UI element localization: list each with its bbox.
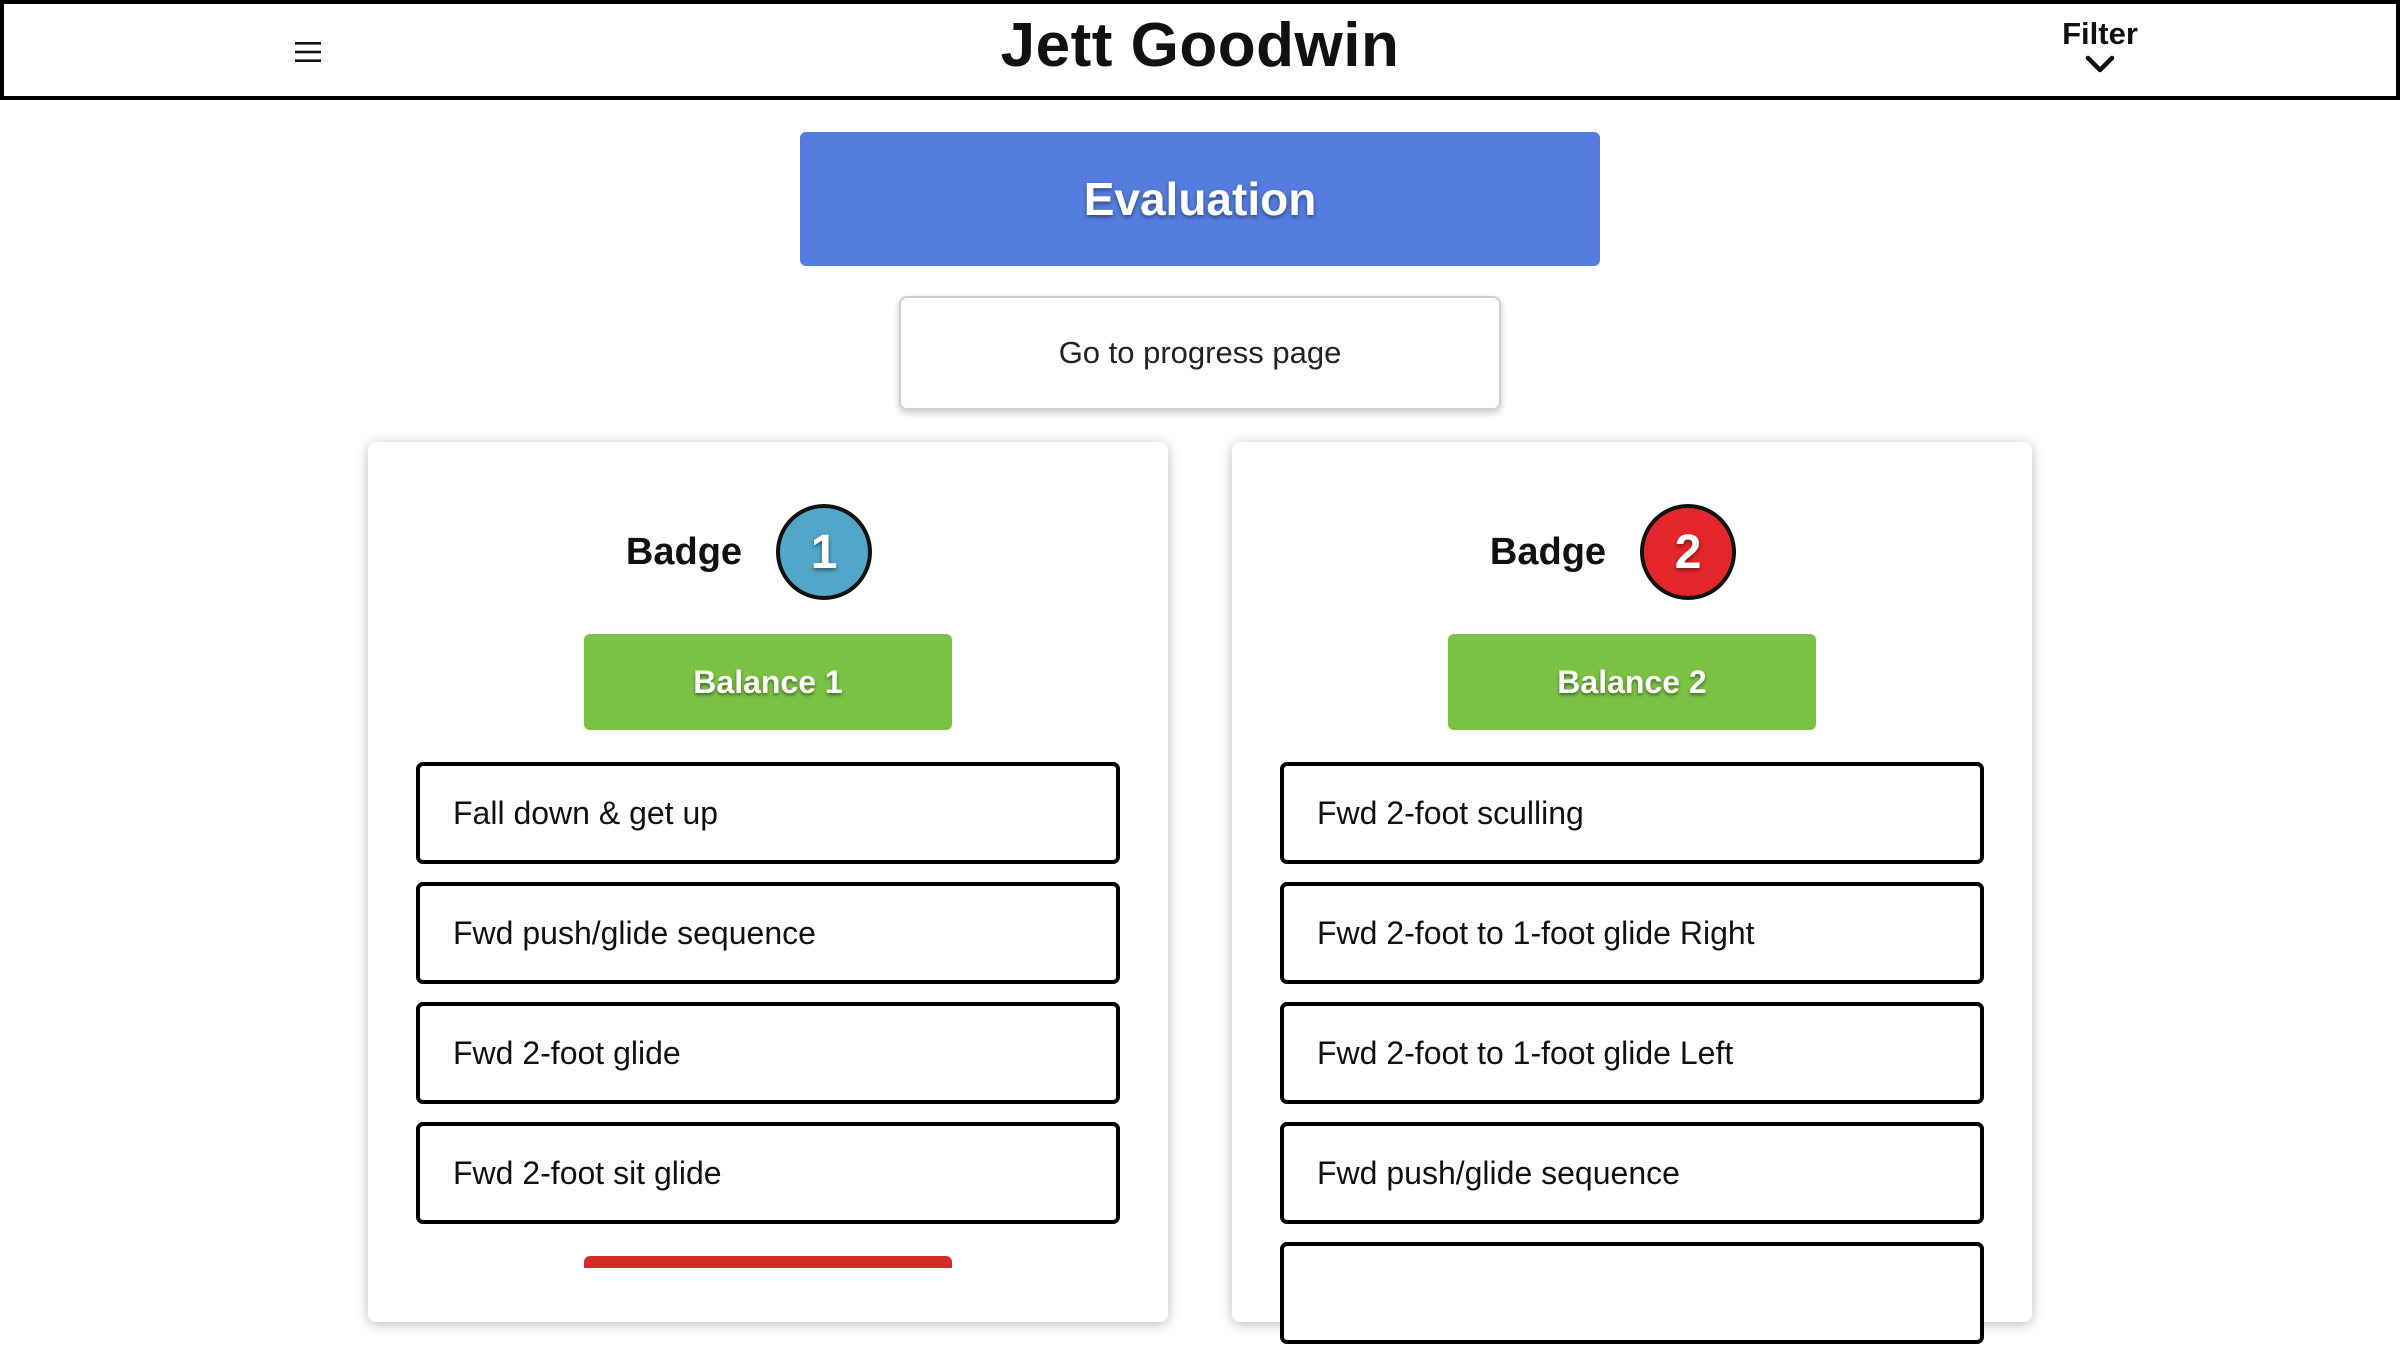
badge-card-2: Badge 2 Balance 2 Fwd 2-foot sculling Fw…	[1232, 442, 2032, 1344]
badge-label: Badge	[1489, 530, 1607, 573]
next-level-button[interactable]	[584, 1256, 952, 1268]
badge-card-1: Badge 1 Balance 1 Fall down & get up Fwd…	[368, 442, 1168, 1322]
skill-list: Fall down & get up Fwd push/glide sequen…	[416, 762, 1120, 1242]
level-button[interactable]: Balance 2	[1448, 634, 1816, 730]
skill-item[interactable]: Fwd push/glide sequence	[1280, 1122, 1984, 1224]
badge-header: Badge 1	[368, 504, 1168, 600]
skill-item[interactable]: Fwd 2-foot to 1-foot glide Right	[1280, 882, 1984, 984]
progress-page-button[interactable]: Go to progress page	[899, 296, 1501, 410]
filter-dropdown[interactable]: Filter	[2044, 16, 2156, 74]
skill-item[interactable]: Fwd 2-foot sculling	[1280, 762, 1984, 864]
level-button[interactable]: Balance 1	[584, 634, 952, 730]
badge-header: Badge 2	[1232, 504, 2032, 600]
skill-item[interactable]: Fwd push/glide sequence	[416, 882, 1120, 984]
skill-item[interactable]: Fwd 2-foot glide	[416, 1002, 1120, 1104]
evaluation-button[interactable]: Evaluation	[800, 132, 1600, 266]
top-bar: Jett Goodwin Filter	[0, 0, 2400, 100]
badge-label: Badge	[625, 530, 743, 573]
badge-number: 1	[776, 504, 873, 600]
skill-item[interactable]: Fwd 2-foot to 1-foot glide Left	[1280, 1002, 1984, 1104]
badge-number: 2	[1640, 504, 1737, 600]
skill-item[interactable]: Fall down & get up	[416, 762, 1120, 864]
skill-item[interactable]: Fwd 2-foot sit glide	[416, 1122, 1120, 1224]
page-title: Jett Goodwin	[1000, 11, 1400, 80]
skill-list: Fwd 2-foot sculling Fwd 2-foot to 1-foot…	[1280, 762, 1984, 1362]
skill-item[interactable]	[1280, 1242, 1984, 1344]
chevron-down-icon	[2085, 55, 2115, 73]
filter-label: Filter	[2062, 16, 2138, 51]
